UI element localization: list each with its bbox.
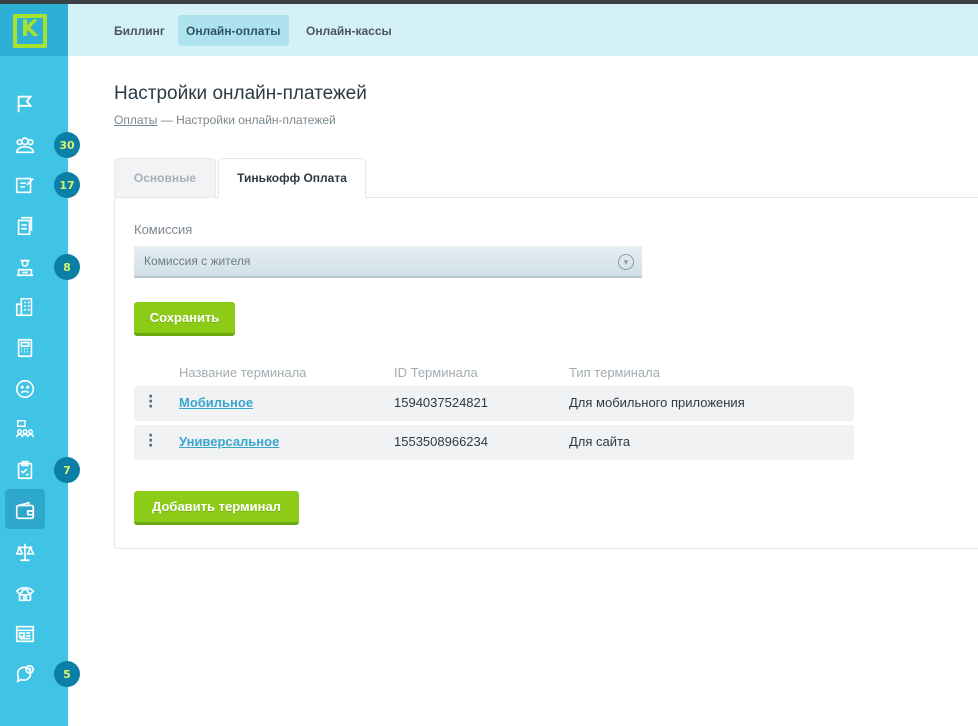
people-icon[interactable] xyxy=(12,132,38,158)
logo-letter: K xyxy=(21,17,39,42)
top-navigation-bar: Биллинг Онлайн-оплаты Онлайн-кассы xyxy=(68,4,978,56)
badge-chat-count: 5 xyxy=(54,661,80,687)
add-terminal-button[interactable]: Добавить терминал xyxy=(134,491,299,525)
sad-face-icon[interactable] xyxy=(12,376,38,402)
terminal-type: Для сайта xyxy=(569,434,631,449)
column-header-terminal-name: Название терминала xyxy=(179,365,307,380)
terminal-name-link[interactable]: Мобильное xyxy=(179,395,253,410)
wallet-icon[interactable] xyxy=(12,498,38,524)
terminal-id: 1553508966234 xyxy=(394,434,488,449)
commission-select[interactable]: Комиссия с жителя ▾ xyxy=(134,246,642,278)
chevron-down-icon: ▾ xyxy=(618,254,634,270)
commission-label: Комиссия xyxy=(134,222,193,237)
chat-add-icon[interactable] xyxy=(12,661,38,687)
breadcrumb-separator: — xyxy=(160,113,173,127)
scales-icon[interactable] xyxy=(12,539,38,565)
logo-area[interactable]: K xyxy=(0,4,68,56)
table-row: · · · Универсальное 1553508966234 Для сайт… xyxy=(134,425,854,460)
badge-edit-count: 17 xyxy=(54,172,80,198)
terminal-type: Для мобильного приложения xyxy=(569,395,745,410)
row-menu-icon[interactable]: · · · xyxy=(148,390,153,414)
tab-basic[interactable]: Основные xyxy=(114,158,216,198)
calculator-icon[interactable] xyxy=(12,335,38,361)
terminal-id: 1594037524821 xyxy=(394,395,488,410)
edit-note-icon[interactable] xyxy=(12,172,38,198)
flag-icon[interactable] xyxy=(12,91,38,117)
documents-icon[interactable] xyxy=(12,213,38,239)
tab-online-payments[interactable]: Онлайн-оплаты xyxy=(178,15,289,46)
breadcrumb-current: Настройки онлайн-платежей xyxy=(176,113,336,127)
tab-online-cashboxes[interactable]: Онлайн-кассы xyxy=(298,15,400,46)
sidebar: K 30 17 8 7 5 xyxy=(0,4,80,726)
tab-billing[interactable]: Биллинг xyxy=(106,15,173,46)
checklist-icon[interactable] xyxy=(12,457,38,483)
meeting-icon[interactable] xyxy=(12,416,38,442)
row-menu-icon[interactable]: · · · xyxy=(148,429,153,453)
breadcrumb-link-payments[interactable]: Оплаты xyxy=(114,113,157,127)
building-icon[interactable] xyxy=(12,294,38,320)
table-row: · · · Мобильное 1594037524821 Для мобильно… xyxy=(134,386,854,421)
badge-checklist-count: 7 xyxy=(54,457,80,483)
commission-select-value: Комиссия с жителя xyxy=(144,254,251,268)
terminal-name-link[interactable]: Универсальное xyxy=(179,434,279,449)
logo: K xyxy=(13,14,47,48)
column-header-terminal-type: Тип терминала xyxy=(569,365,660,380)
breadcrumb: Оплаты — Настройки онлайн-платежей xyxy=(114,113,336,127)
save-button[interactable]: Сохранить xyxy=(134,302,235,336)
worker-icon[interactable] xyxy=(12,254,38,280)
badge-worker-count: 8 xyxy=(54,254,80,280)
column-header-terminal-id: ID Терминала xyxy=(394,365,478,380)
badge-people-count: 30 xyxy=(54,132,80,158)
tab-tinkoff-payment[interactable]: Тинькофф Оплата xyxy=(218,158,366,198)
phone-icon[interactable] xyxy=(12,580,38,606)
news-icon[interactable] xyxy=(12,621,38,647)
page-title: Настройки онлайн-платежей xyxy=(114,83,367,104)
